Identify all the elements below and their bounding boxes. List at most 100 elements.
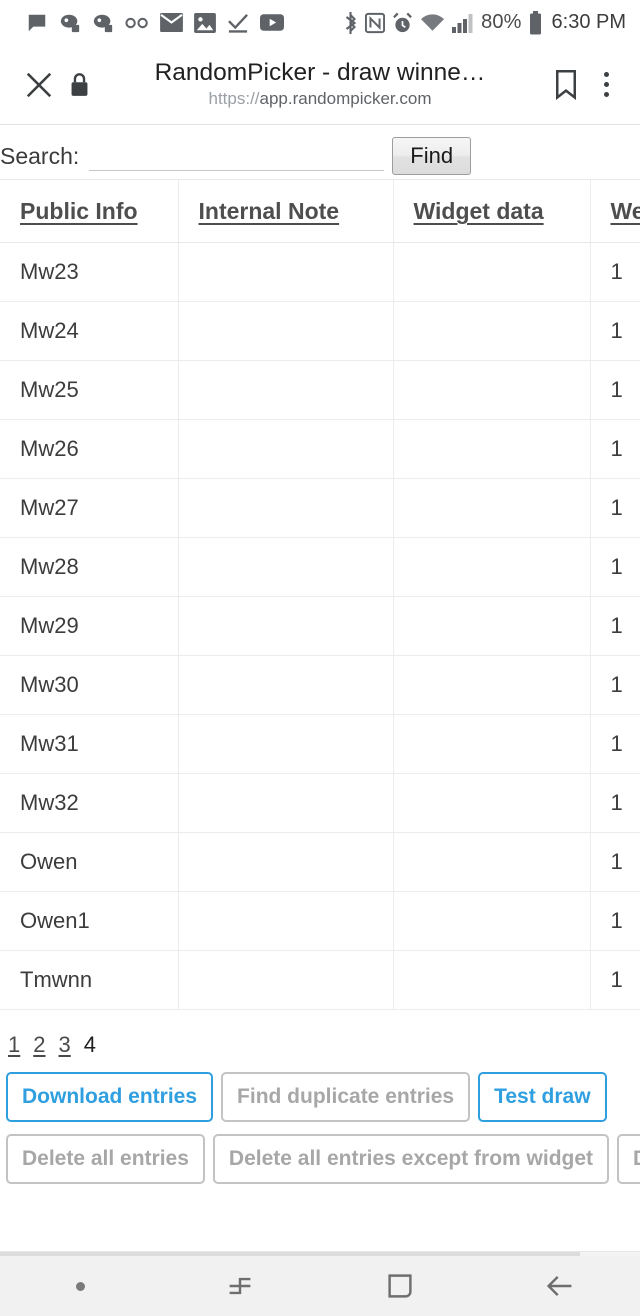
pagination-page-1[interactable]: 1 bbox=[8, 1032, 20, 1058]
cell-weight: 1 bbox=[590, 655, 640, 715]
pagination-page-4-current: 4 bbox=[83, 1032, 96, 1057]
delete-all-entries-from-widget-button[interactable]: Delete all entries from widget bbox=[617, 1134, 640, 1185]
home-icon[interactable] bbox=[320, 1256, 480, 1316]
alarm-icon bbox=[393, 12, 413, 32]
primary-action-row: Download entries Find duplicate entries … bbox=[0, 1072, 640, 1123]
search-row: Search: Find bbox=[0, 133, 640, 179]
cell-public-info: Owen1 bbox=[0, 891, 179, 951]
page-url: https://app.randompicker.com bbox=[208, 88, 431, 110]
cell-internal-note bbox=[178, 596, 394, 656]
back-icon[interactable] bbox=[480, 1256, 640, 1316]
table-row[interactable]: Mw24 1 bbox=[0, 301, 640, 361]
cell-widget-data bbox=[393, 714, 591, 774]
table-row[interactable]: Tmwnn 1 bbox=[0, 950, 640, 1010]
cell-widget-data bbox=[393, 950, 591, 1010]
cell-public-info: Mw29 bbox=[0, 596, 179, 656]
bookmark-icon[interactable] bbox=[544, 69, 588, 100]
search-input[interactable] bbox=[89, 141, 385, 171]
table-row[interactable]: Mw31 1 bbox=[0, 714, 640, 774]
cell-weight: 1 bbox=[590, 891, 640, 951]
youtube-icon bbox=[260, 14, 284, 31]
find-button[interactable]: Find bbox=[392, 137, 472, 175]
delete-all-entries-except-widget-button[interactable]: Delete all entries except from widget bbox=[212, 1134, 610, 1185]
column-header-public-info[interactable]: Public Info bbox=[0, 179, 179, 243]
column-header-label: We bbox=[610, 198, 640, 224]
cell-widget-data bbox=[393, 655, 591, 715]
cell-internal-note bbox=[178, 301, 394, 361]
cell-internal-note bbox=[178, 360, 394, 420]
column-header-internal-note[interactable]: Internal Note bbox=[178, 179, 394, 243]
table-row[interactable]: Mw28 1 bbox=[0, 537, 640, 597]
cell-internal-note bbox=[178, 242, 394, 302]
column-header-weight[interactable]: We bbox=[590, 179, 640, 243]
cell-internal-note bbox=[178, 950, 394, 1010]
entries-table-wrapper: Public Info Internal Note Widget data We… bbox=[0, 179, 640, 1010]
nfc-icon bbox=[365, 12, 386, 33]
status-bar-system-icons: 80% 6:30 PM bbox=[343, 10, 626, 35]
overflow-menu-icon[interactable] bbox=[588, 72, 624, 97]
status-bar: 80% 6:30 PM bbox=[0, 0, 640, 45]
cell-internal-note bbox=[178, 478, 394, 538]
column-header-label: Public Info bbox=[20, 198, 138, 224]
table-row[interactable]: Owen 1 bbox=[0, 832, 640, 892]
pagination-page-2[interactable]: 2 bbox=[33, 1032, 45, 1058]
close-icon[interactable] bbox=[16, 62, 62, 108]
find-duplicate-entries-button[interactable]: Find duplicate entries bbox=[221, 1072, 471, 1123]
cell-weight: 1 bbox=[590, 242, 640, 302]
cell-weight: 1 bbox=[590, 537, 640, 597]
cell-weight: 1 bbox=[590, 478, 640, 538]
column-header-label: Widget data bbox=[413, 198, 544, 224]
cell-widget-data bbox=[393, 773, 591, 833]
column-header-label: Internal Note bbox=[198, 198, 340, 224]
table-row[interactable]: Mw25 1 bbox=[0, 360, 640, 420]
url-scheme: https:// bbox=[208, 89, 260, 109]
dot-indicator bbox=[0, 1256, 160, 1316]
entries-table: Public Info Internal Note Widget data We… bbox=[0, 179, 640, 1010]
cell-weight: 1 bbox=[590, 419, 640, 479]
table-row[interactable]: Mw27 1 bbox=[0, 478, 640, 538]
mail-icon bbox=[160, 13, 183, 32]
cell-widget-data bbox=[393, 478, 591, 538]
status-bar-notification-icons bbox=[26, 12, 284, 34]
table-row[interactable]: Mw26 1 bbox=[0, 419, 640, 479]
android-navigation-bar bbox=[0, 1256, 640, 1316]
cell-public-info: Mw24 bbox=[0, 301, 179, 361]
cell-public-info: Mw30 bbox=[0, 655, 179, 715]
table-header-row: Public Info Internal Note Widget data We bbox=[0, 179, 640, 243]
cell-internal-note bbox=[178, 714, 394, 774]
table-row[interactable]: Mw32 1 bbox=[0, 773, 640, 833]
table-row[interactable]: Mw29 1 bbox=[0, 596, 640, 656]
search-label: Search: bbox=[0, 142, 80, 169]
lock-icon bbox=[62, 72, 96, 97]
battery-percentage: 80% bbox=[481, 11, 522, 33]
cell-widget-data bbox=[393, 242, 591, 302]
cell-public-info: Owen bbox=[0, 832, 179, 892]
discord-icon bbox=[60, 14, 80, 32]
column-header-widget-data[interactable]: Widget data bbox=[393, 179, 591, 243]
table-row[interactable]: Mw23 1 bbox=[0, 242, 640, 302]
delete-all-entries-button[interactable]: Delete all entries bbox=[6, 1134, 205, 1185]
table-row[interactable]: Owen1 1 bbox=[0, 891, 640, 951]
url-host: app.randompicker.com bbox=[259, 89, 432, 109]
download-entries-button[interactable]: Download entries bbox=[6, 1072, 214, 1123]
cell-public-info: Tmwnn bbox=[0, 950, 179, 1010]
cell-weight: 1 bbox=[590, 714, 640, 774]
table-row[interactable]: Mw30 1 bbox=[0, 655, 640, 715]
cell-public-info: Mw26 bbox=[0, 419, 179, 479]
cell-widget-data bbox=[393, 419, 591, 479]
battery-icon bbox=[529, 10, 541, 34]
discord-icon bbox=[93, 14, 113, 32]
cell-widget-data bbox=[393, 832, 591, 892]
test-draw-button[interactable]: Test draw bbox=[478, 1072, 607, 1123]
url-bar[interactable]: RandomPicker - draw winne… https://app.r… bbox=[96, 59, 544, 111]
cell-widget-data bbox=[393, 537, 591, 597]
cell-internal-note bbox=[178, 537, 394, 597]
web-page-content: Search: Find Public Info Internal Note W… bbox=[0, 125, 640, 1256]
cell-internal-note bbox=[178, 655, 394, 715]
cell-internal-note bbox=[178, 832, 394, 892]
browser-toolbar: RandomPicker - draw winne… https://app.r… bbox=[0, 45, 640, 125]
cell-widget-data bbox=[393, 596, 591, 656]
recents-icon[interactable] bbox=[160, 1256, 320, 1316]
checkmark-icon bbox=[228, 13, 248, 33]
pagination-page-3[interactable]: 3 bbox=[59, 1032, 71, 1058]
